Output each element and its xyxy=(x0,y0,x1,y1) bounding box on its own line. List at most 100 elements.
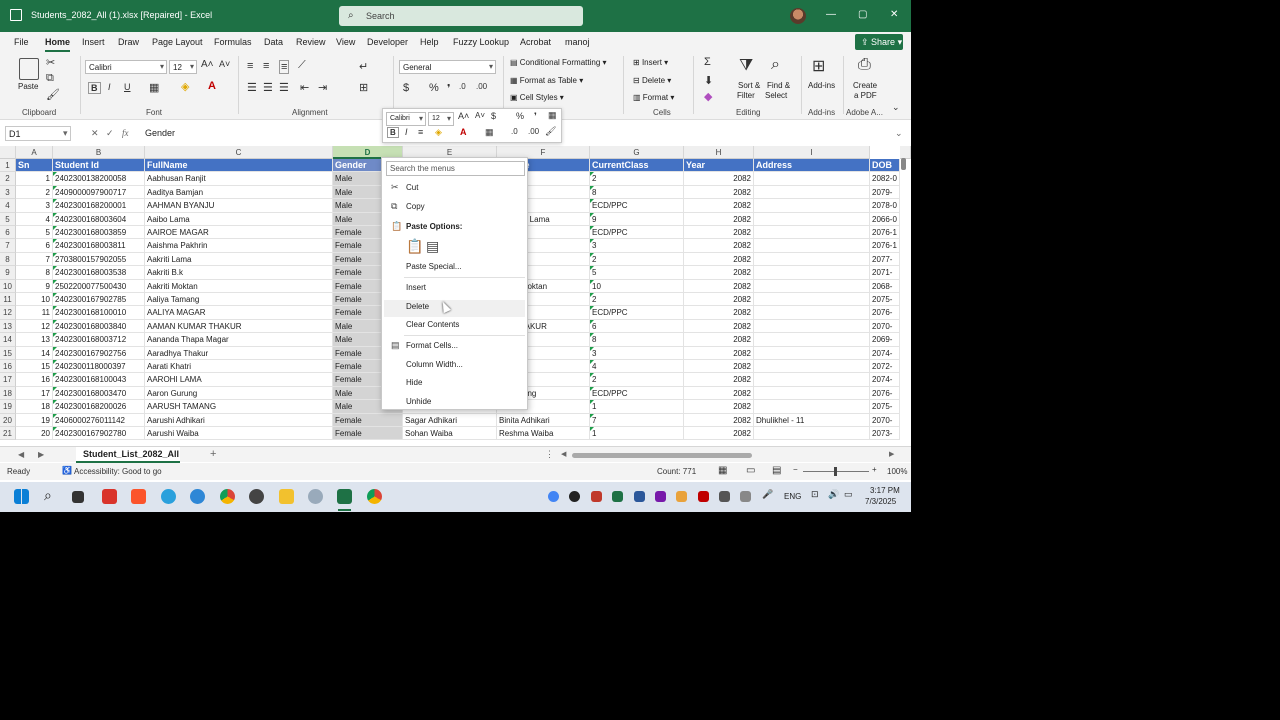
table-cell[interactable]: 3 xyxy=(590,346,684,360)
table-cell[interactable]: 2074- xyxy=(870,373,900,387)
table-cell[interactable] xyxy=(754,279,870,293)
table-cell[interactable] xyxy=(754,360,870,374)
close-button[interactable]: ✕ xyxy=(890,9,898,20)
font-color-icon[interactable]: A xyxy=(208,80,216,92)
table-cell[interactable]: 2082 xyxy=(684,319,754,334)
table-cell[interactable] xyxy=(754,319,870,334)
table-cell[interactable]: 2073- xyxy=(870,427,900,441)
table-cell[interactable]: AAMAN KUMAR THAKUR xyxy=(145,319,333,334)
language-indicator[interactable]: ENG xyxy=(784,492,801,501)
table-cell[interactable]: 8 xyxy=(16,266,53,280)
tray-app-icon[interactable] xyxy=(719,491,730,502)
table-cell[interactable]: 2082 xyxy=(684,360,754,374)
table-cell[interactable]: 16 xyxy=(16,373,53,387)
header-cell[interactable]: Sn xyxy=(16,159,53,173)
table-cell[interactable]: 2703800157902055 xyxy=(53,252,145,267)
header-cell[interactable]: Year xyxy=(684,159,754,173)
table-cell[interactable]: 2082 xyxy=(684,293,754,307)
table-cell[interactable]: Aaliya Tamang xyxy=(145,293,333,307)
increase-font-icon[interactable]: A˄ xyxy=(201,59,214,70)
table-cell[interactable]: Aaron Gurung xyxy=(145,386,333,401)
number-format-combo[interactable]: General xyxy=(399,60,496,74)
table-cell[interactable]: 19 xyxy=(16,413,53,427)
align-right-icon[interactable]: ☰ xyxy=(279,81,289,94)
format-cells-button[interactable]: ▥ Format ▾ xyxy=(633,93,674,102)
table-cell[interactable]: 11 xyxy=(16,306,53,320)
table-cell[interactable] xyxy=(754,185,870,200)
delete-cells-button[interactable]: ⊟ Delete ▾ xyxy=(633,76,671,85)
tab-insert[interactable]: Insert xyxy=(82,37,105,47)
vertical-scrollbar[interactable] xyxy=(901,158,906,170)
table-cell[interactable]: AAHMAN BYANJU xyxy=(145,199,333,213)
mini-percent-icon[interactable]: % xyxy=(516,111,524,121)
table-cell[interactable]: ECD/PPC xyxy=(590,306,684,320)
table-cell[interactable] xyxy=(754,293,870,307)
acrobat-icon[interactable] xyxy=(698,491,709,502)
table-cell[interactable]: Reshma Waiba xyxy=(497,427,590,441)
table-cell[interactable]: 2402300168003840 xyxy=(53,319,145,334)
row-header[interactable]: 11 xyxy=(0,293,16,307)
tray-app-icon[interactable] xyxy=(591,491,602,502)
table-cell[interactable]: 1 xyxy=(16,172,53,186)
row-header[interactable]: 3 xyxy=(0,185,16,200)
format-as-table-button[interactable]: ▦ Format as Table ▾ xyxy=(510,76,583,85)
table-cell[interactable]: 2072- xyxy=(870,360,900,374)
table-cell[interactable]: 9 xyxy=(590,212,684,226)
file-explorer-icon[interactable] xyxy=(279,489,294,504)
menu-item-copy[interactable]: Copy xyxy=(406,202,425,211)
table-cell[interactable]: 14 xyxy=(16,346,53,360)
tray-chrome-icon[interactable] xyxy=(548,491,559,502)
mini-comma-icon[interactable]: ❜ xyxy=(534,111,537,122)
menu-item-cut[interactable]: Cut xyxy=(406,183,418,192)
row-header[interactable]: 6 xyxy=(0,226,16,240)
table-cell[interactable]: 2079- xyxy=(870,185,900,200)
volume-icon[interactable]: 🔊 xyxy=(828,489,839,500)
table-cell[interactable]: 3 xyxy=(16,199,53,213)
tab-file[interactable]: File xyxy=(14,37,29,47)
table-cell[interactable]: 4 xyxy=(16,212,53,226)
tab-acrobat[interactable]: Acrobat xyxy=(520,37,551,47)
table-cell[interactable]: 3 xyxy=(590,239,684,253)
comma-icon[interactable]: ❜ xyxy=(447,82,451,95)
table-cell[interactable]: 2070- xyxy=(870,413,900,427)
share-button[interactable]: ⇪ Share ▾ xyxy=(855,34,903,50)
find-select-label-1[interactable]: Find & xyxy=(767,81,790,90)
table-cell[interactable]: 1 xyxy=(590,427,684,441)
table-cell[interactable]: 2402300168003859 xyxy=(53,226,145,240)
decrease-font-icon[interactable]: A˅ xyxy=(219,59,230,69)
header-cell[interactable]: CurrentClass xyxy=(590,159,684,173)
copy-icon[interactable]: ⧉ xyxy=(46,72,54,85)
table-cell[interactable]: 2402300168003712 xyxy=(53,333,145,347)
fill-icon[interactable]: ⬇ xyxy=(704,74,713,87)
edge-icon[interactable] xyxy=(190,489,205,504)
row-header[interactable]: 15 xyxy=(0,346,16,360)
table-cell[interactable]: 8 xyxy=(590,185,684,200)
table-cell[interactable]: 2082 xyxy=(684,413,754,427)
table-cell[interactable]: 7 xyxy=(16,252,53,267)
table-cell[interactable]: 2082 xyxy=(684,212,754,226)
table-cell[interactable]: 2082 xyxy=(684,172,754,186)
tray-app-icon[interactable] xyxy=(612,491,623,502)
table-cell[interactable]: Aakriti Moktan xyxy=(145,279,333,293)
table-cell[interactable]: 2406000276011142 xyxy=(53,413,145,427)
table-cell[interactable] xyxy=(754,373,870,387)
table-cell[interactable]: Aakriti Lama xyxy=(145,252,333,267)
brave-icon[interactable] xyxy=(131,489,146,504)
align-left-icon[interactable]: ☰ xyxy=(247,81,257,94)
table-cell[interactable]: 2082 xyxy=(684,373,754,387)
page-layout-view-icon[interactable]: ▭ xyxy=(746,465,755,476)
chrome-icon[interactable] xyxy=(220,489,235,504)
clear-icon[interactable]: ◆ xyxy=(704,90,712,103)
mini-currency-icon[interactable]: $ xyxy=(491,111,496,121)
table-cell[interactable] xyxy=(754,346,870,360)
table-cell[interactable]: 2402300168003604 xyxy=(53,212,145,226)
table-cell[interactable]: 2402300168100043 xyxy=(53,373,145,387)
tray-app-icon[interactable] xyxy=(569,491,580,502)
table-cell[interactable]: 2082 xyxy=(684,239,754,253)
table-cell[interactable]: 2082 xyxy=(684,346,754,360)
excel-taskbar-icon[interactable] xyxy=(337,489,352,504)
table-cell[interactable]: 2082 xyxy=(684,226,754,240)
chevron-down-icon[interactable]: ▾ xyxy=(63,128,68,139)
table-cell[interactable]: 2076-1 xyxy=(870,239,900,253)
row-header[interactable]: 19 xyxy=(0,400,16,414)
